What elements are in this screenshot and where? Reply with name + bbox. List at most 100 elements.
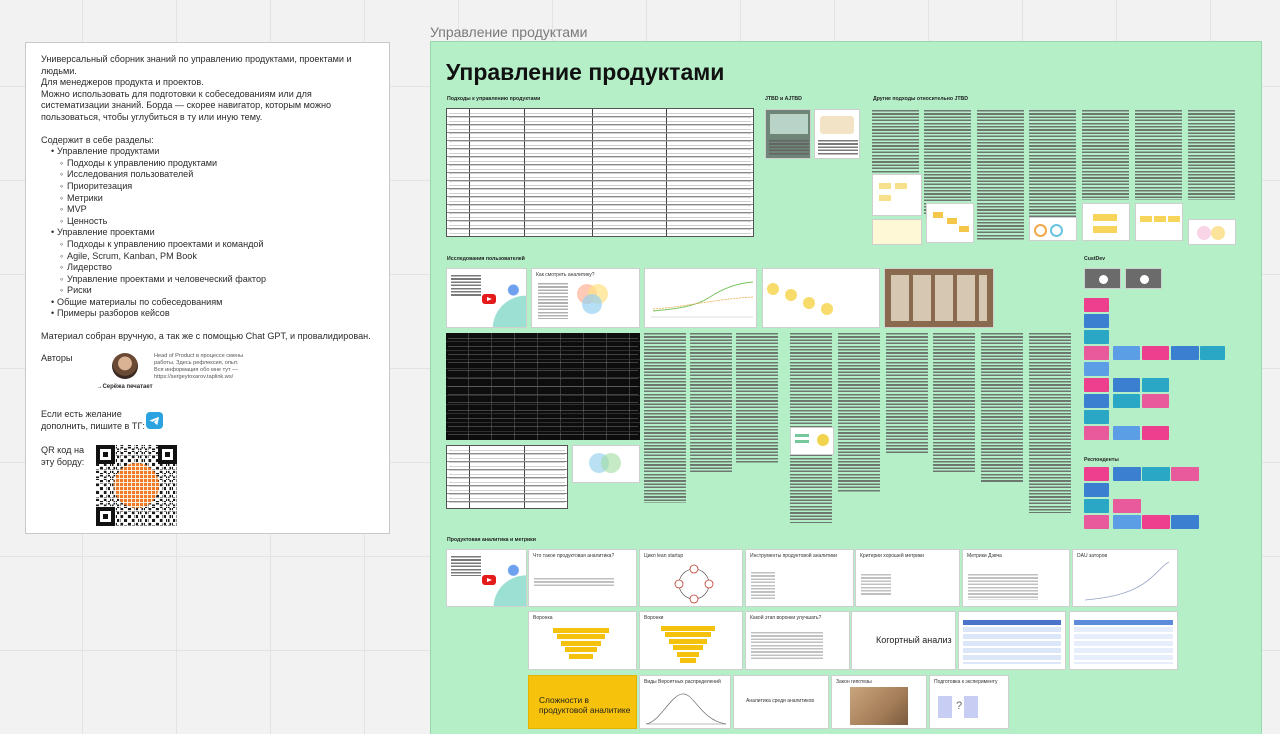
analytics-tile-distributions[interactable]: Виды Вероятных распределений <box>639 675 731 729</box>
custdev-slide[interactable] <box>1142 426 1169 440</box>
analytics-tile-funnel[interactable]: Воронка <box>528 611 637 670</box>
respondent-slide[interactable] <box>1084 467 1109 481</box>
analytics-tile-which-stage[interactable]: Какой этап воронки улучшать? <box>745 611 850 670</box>
other-jtbd-card-2[interactable] <box>872 219 922 245</box>
analytics-tile-cohort-table-2[interactable] <box>1069 611 1178 670</box>
analytics-tile-among-analysts[interactable]: Аналитика среди аналитиков <box>733 675 829 729</box>
analytics-tile-cohort[interactable]: Когортный анализ <box>851 611 956 670</box>
custdev-slide[interactable] <box>1142 378 1169 392</box>
custdev-slide[interactable] <box>1200 346 1225 360</box>
custdev-video-2[interactable] <box>1125 268 1162 289</box>
respondent-slide[interactable] <box>1113 499 1141 513</box>
custdev-slide[interactable] <box>1084 394 1109 408</box>
contains-label: Содержит в себе разделы: <box>41 134 154 145</box>
research-venn-small[interactable] <box>572 445 640 483</box>
research-text-5[interactable] <box>838 333 880 493</box>
custdev-slide[interactable] <box>1084 410 1109 424</box>
custdev-slide[interactable] <box>1084 298 1109 312</box>
jtbd-photo-card[interactable] <box>765 109 811 159</box>
analytics-tile-tools[interactable]: Инструменты продуктовой аналитики <box>745 549 854 607</box>
respondent-slide[interactable] <box>1171 515 1199 529</box>
respondent-slide[interactable] <box>1142 515 1170 529</box>
research-flow-card[interactable] <box>762 268 880 328</box>
other-jtbd-text-7[interactable] <box>1188 110 1235 200</box>
custdev-slide[interactable] <box>1084 362 1109 376</box>
section-list-item: Ценность <box>41 216 375 228</box>
qr-code[interactable] <box>96 445 177 527</box>
respondent-slide[interactable] <box>1084 483 1109 497</box>
collected-note: Материал собран вручную, а так же с помо… <box>41 331 371 342</box>
product-management-board[interactable]: Управление продуктами Подходы к управлен… <box>430 41 1262 734</box>
section-custdev-title: CustDev <box>1084 256 1106 262</box>
analytics-tile-funnels[interactable]: Воронки <box>639 611 743 670</box>
other-jtbd-card-1[interactable] <box>872 174 922 216</box>
analytics-tile-what-is[interactable]: Что такое продуктовая аналитика? <box>528 549 637 607</box>
other-jtbd-card-5[interactable] <box>1082 203 1130 241</box>
analytics-tile-lean-cycle[interactable]: Цикл lean startup <box>639 549 743 607</box>
research-text-7[interactable] <box>933 333 975 473</box>
youtube-play-icon[interactable] <box>482 575 496 585</box>
respondent-slide[interactable] <box>1084 499 1109 513</box>
other-jtbd-card-3[interactable] <box>926 203 974 243</box>
other-jtbd-text-5[interactable] <box>1082 110 1129 200</box>
other-jtbd-text-2[interactable] <box>924 110 971 215</box>
custdev-slide[interactable] <box>1084 378 1109 392</box>
telegram-icon[interactable] <box>146 412 163 430</box>
section-list-item: Управление проектами <box>41 227 375 239</box>
respondent-slide[interactable] <box>1113 467 1141 481</box>
custdev-slide[interactable] <box>1084 330 1109 344</box>
board-frame-label[interactable]: Управление продуктами <box>430 24 588 40</box>
research-curve-card[interactable] <box>644 268 757 328</box>
research-dark-table[interactable] <box>446 333 640 440</box>
research-text-8[interactable] <box>981 333 1023 483</box>
other-jtbd-card-7[interactable] <box>1188 219 1236 245</box>
research-white-table[interactable] <box>446 445 568 509</box>
custdev-slide[interactable] <box>1113 394 1140 408</box>
custdev-video-1[interactable] <box>1084 268 1121 289</box>
other-jtbd-card-6[interactable] <box>1135 203 1183 241</box>
other-jtbd-text-3[interactable] <box>977 110 1024 240</box>
custdev-slide[interactable] <box>1142 346 1169 360</box>
research-venn-card[interactable]: Как смотреть аналитику? <box>531 268 640 328</box>
other-jtbd-card-4[interactable] <box>1029 217 1077 241</box>
custdev-slide[interactable] <box>1084 346 1109 360</box>
analytics-tile-experiment[interactable]: Подготовка к эксперименту ? <box>929 675 1009 729</box>
approaches-table[interactable] <box>446 108 754 237</box>
author-block[interactable]: →Серёжа печатает Head of Product в проце… <box>96 352 249 394</box>
custdev-slide[interactable] <box>1084 426 1109 440</box>
author-avatar[interactable] <box>111 352 138 379</box>
research-text-9[interactable] <box>1029 333 1071 513</box>
custdev-slide[interactable] <box>1113 378 1140 392</box>
research-small-card-1[interactable] <box>790 427 834 455</box>
research-text-2[interactable] <box>690 333 732 473</box>
research-text-1[interactable] <box>644 333 686 503</box>
respondent-slide[interactable] <box>1142 467 1170 481</box>
respondent-slide[interactable] <box>1084 515 1109 529</box>
author-name[interactable]: →Серёжа печатает <box>96 382 152 394</box>
board-description-card[interactable]: Универсальный сборник знаний по управлен… <box>25 42 390 534</box>
respondent-slide[interactable] <box>1113 515 1141 529</box>
research-board-photo[interactable] <box>884 268 994 328</box>
analytics-tile-lean-cycle-title: Цикл lean startup <box>644 553 684 559</box>
custdev-slide[interactable] <box>1113 426 1140 440</box>
analytics-tile-cohort-table-1[interactable] <box>958 611 1066 670</box>
custdev-slide[interactable] <box>1113 346 1140 360</box>
analytics-video-card[interactable] <box>446 549 527 607</box>
youtube-play-icon[interactable] <box>482 294 496 304</box>
jtbd-diagram-card[interactable] <box>814 109 860 159</box>
analytics-tile-dau[interactable]: DAU заторов <box>1072 549 1178 607</box>
analytics-tile-metrics-title: Метрики Дэвча <box>967 553 1002 559</box>
analytics-tile-hypothesis[interactable]: Закон гипотезы <box>831 675 927 729</box>
analytics-tile-good-metric[interactable]: Критерии хорошей метрики <box>855 549 960 607</box>
section-list-item: Подходы к управлению проектами и командо… <box>41 239 375 251</box>
analytics-tile-difficulties[interactable]: Сложности в продуктовой аналитике <box>528 675 637 729</box>
other-jtbd-text-6[interactable] <box>1135 110 1182 200</box>
analytics-tile-metrics[interactable]: Метрики Дэвча <box>962 549 1070 607</box>
respondent-slide[interactable] <box>1171 467 1199 481</box>
research-text-6[interactable] <box>886 333 928 453</box>
research-video-card[interactable] <box>446 268 527 328</box>
research-text-3[interactable] <box>736 333 778 463</box>
custdev-slide[interactable] <box>1142 394 1169 408</box>
custdev-slide[interactable] <box>1084 314 1109 328</box>
custdev-slide[interactable] <box>1171 346 1199 360</box>
